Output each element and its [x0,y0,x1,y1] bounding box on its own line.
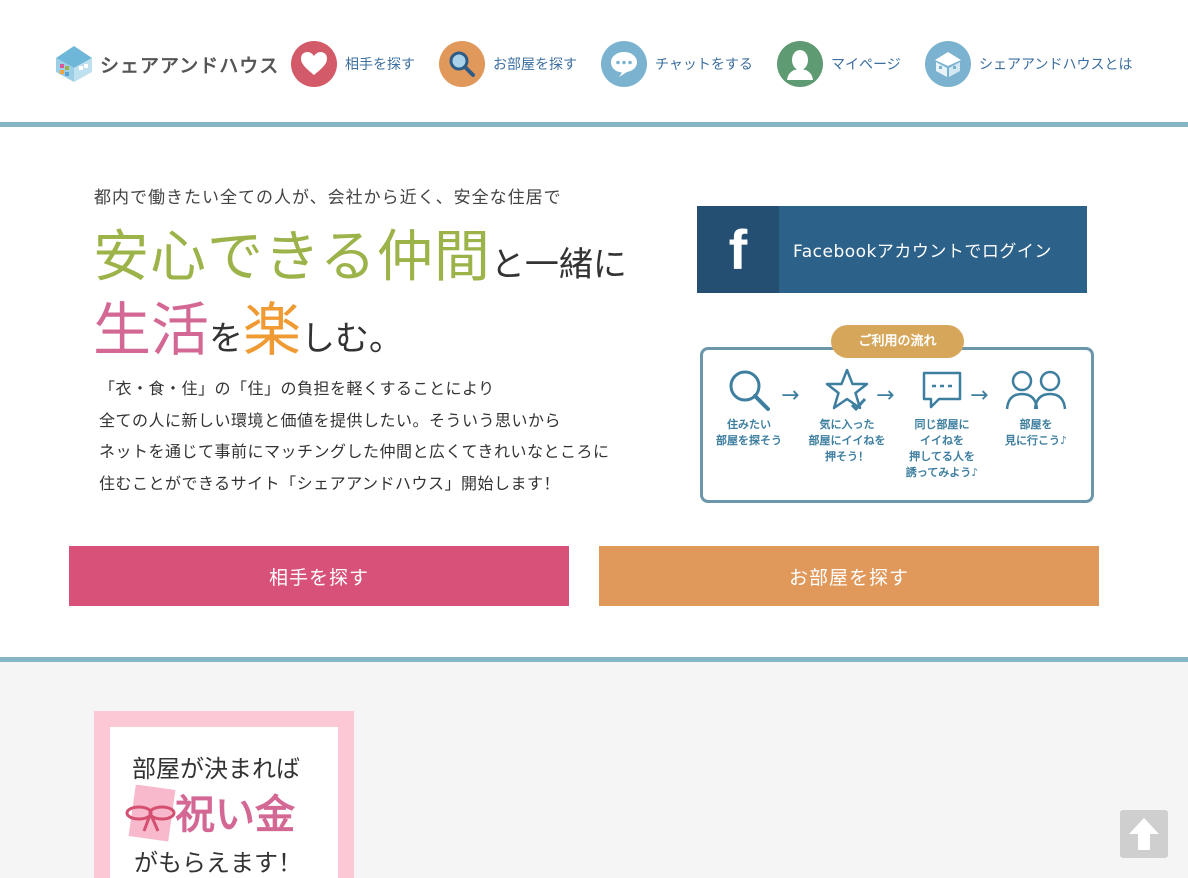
flow-step-line: 押そう！ [825,450,869,463]
nav-mypage[interactable]: マイページ [777,41,901,87]
nav-label: 相手を探す [345,57,415,73]
facebook-login-label: Facebookアカウントでログイン [793,242,1052,262]
description-line: ネットを通じて事前にマッチングした仲間と広くてきれいなところに [99,442,610,461]
flow-step-line: 部屋を [1019,418,1053,431]
flow-step-line: 気に入った [819,418,875,431]
header-divider [0,122,1188,127]
hero-headline-2: 生活を楽しむ。 [93,283,403,367]
facebook-icon: f [697,206,779,293]
nav-label: チャットをする [655,57,753,73]
chat-icon [922,371,962,409]
flow-step-search: 住みたい 部屋を探そう [699,367,799,449]
flow-step-visit: 部屋を 見に行こう♪ [986,367,1086,449]
find-partner-button[interactable]: 相手を探す [69,546,569,606]
people-icon [1005,370,1067,410]
nav-label: お部屋を探す [493,57,577,73]
flow-step-line: 同じ部屋に [914,418,970,431]
hero-headline-1: 安心できる仲間と一緒に [93,212,627,293]
flow-step-line: 見に行こう♪ [1004,434,1068,447]
house-icon [925,41,971,87]
flow-step-line: 押してる人を [909,450,975,463]
scroll-to-top-button[interactable] [1120,810,1168,858]
main-nav: 相手を探す お部屋を探す チャットをする マイページ シェアアンドハウスとは [0,41,1188,89]
flow-step-line: 部屋にイイねを [808,434,886,447]
nav-about[interactable]: シェアアンドハウスとは [925,41,1132,87]
description-line: 住むことができるサイト「シェアアンドハウス」開始します！ [99,473,561,493]
site-header: シェアアンドハウス 相手を探す お部屋を探す チャットをする マイページ シェア… [0,0,1188,122]
nav-find-room[interactable]: お部屋を探す [439,41,577,87]
flow-step-line: イイねを [920,434,964,447]
headline-emphasis-orange: 楽 [243,296,302,364]
chat-bubble-icon [601,41,647,87]
flow-step-text: 部屋を 見に行こう♪ [986,417,1086,449]
description-line: 全ての人に新しい環境と価値を提供したい。そういう思いから [99,410,562,430]
headline-emphasis-pink: 生活 [93,296,210,364]
nav-label: シェアアンドハウスとは [979,57,1133,73]
flow-step-text: 気に入った 部屋にイイねを 押そう！ [797,417,897,465]
facebook-icon-letter: f [728,217,748,281]
usage-flow-title: ご利用の流れ [831,325,964,358]
headline-text: しむ。 [301,319,404,359]
search-icon [729,370,770,411]
flow-step-text: 同じ部屋に イイねを 押してる人を 誘ってみよう♪ [892,417,992,481]
nav-chat[interactable]: チャットをする [601,41,753,87]
arrow-up-icon [1129,818,1159,850]
find-room-button[interactable]: お部屋を探す [599,546,1099,606]
banner-inner: 部屋が決まれば 祝い金 がもらえます！ [110,727,338,878]
heart-icon [291,41,337,87]
hero-lead: 都内で働きたい全ての人が、会社から近く、安全な住居で [94,188,562,208]
nav-label: マイページ [831,57,901,73]
banner-line-3: がもらえます！ [134,849,302,877]
flow-step-line: 誘ってみよう♪ [905,466,979,479]
hero-description: 「衣・食・住」の「住」の負担を軽くすることにより 全ての人に新しい環境と価値を提… [99,373,659,499]
nav-find-partner[interactable]: 相手を探す [291,41,415,87]
flow-step-line: 部屋を探そう [716,434,782,447]
ribbon-icon [125,785,176,842]
headline-text: と一緒に [490,245,627,285]
banner-line-1: 部屋が決まれば [132,755,300,783]
flow-step-line: 住みたい [727,418,771,431]
bonus-banner[interactable]: 部屋が決まれば 祝い金 がもらえます！ [94,711,354,878]
facebook-login-button[interactable]: f Facebookアカウントでログイン [697,206,1087,293]
person-icon [777,41,823,87]
magnifier-icon [439,41,485,87]
flow-step-text: 住みたい 部屋を探そう [699,417,799,449]
banner-line-2: 祝い金 [175,792,295,838]
flow-step-like: 気に入った 部屋にイイねを 押そう！ [797,367,897,465]
star-check-icon [825,368,869,412]
headline-text: を [209,319,244,359]
headline-emphasis: 安心できる仲間 [93,225,491,290]
description-line: 「衣・食・住」の「住」の負担を軽くすることにより [99,379,495,398]
